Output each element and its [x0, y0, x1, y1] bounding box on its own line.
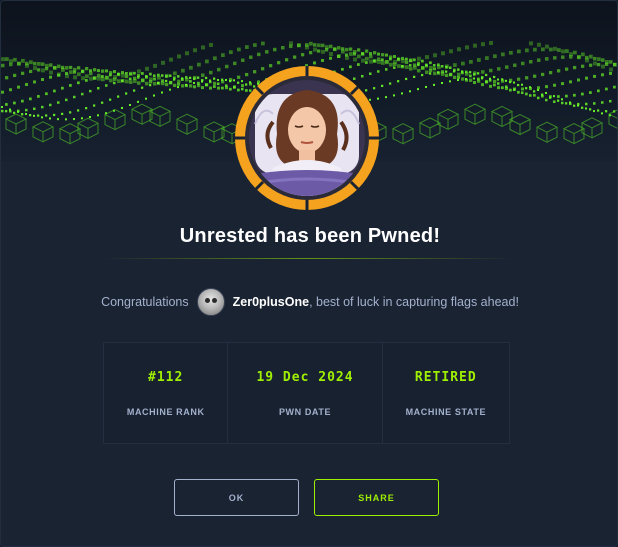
congrats-suffix: , best of luck in capturing flags ahead!	[309, 295, 519, 309]
machine-avatar	[235, 66, 379, 210]
user-avatar[interactable]	[196, 288, 225, 316]
dialog-title: Unrested has been Pwned!	[179, 225, 441, 247]
stat-machine-rank: #112 MACHINE RANK	[104, 343, 229, 443]
congrats-prefix: Congratulations	[101, 295, 189, 309]
machine-state-value: RETIRED	[414, 369, 477, 385]
pwn-date-value: 19 Dec 2024	[256, 369, 354, 385]
machine-rank-value: #112	[148, 369, 184, 385]
stats-panel: #112 MACHINE RANK 19 Dec 2024 PWN DATE R…	[103, 342, 510, 444]
pwned-dialog: Unrested has been Pwned! Congratulations…	[0, 0, 618, 547]
share-button[interactable]: SHARE	[314, 479, 439, 516]
username-link[interactable]: Zer0plusOne	[233, 295, 309, 309]
title-divider	[104, 258, 514, 259]
pwn-date-label: PWN DATE	[278, 406, 332, 417]
machine-rank-label: MACHINE RANK	[126, 406, 205, 417]
machine-state-label: MACHINE STATE	[405, 406, 487, 417]
ok-button[interactable]: OK	[174, 479, 299, 516]
stat-machine-state: RETIRED MACHINE STATE	[383, 343, 509, 443]
stat-pwn-date: 19 Dec 2024 PWN DATE	[228, 343, 383, 443]
congrats-message: Congratulations Zer0plusOne , best of lu…	[1, 288, 617, 316]
